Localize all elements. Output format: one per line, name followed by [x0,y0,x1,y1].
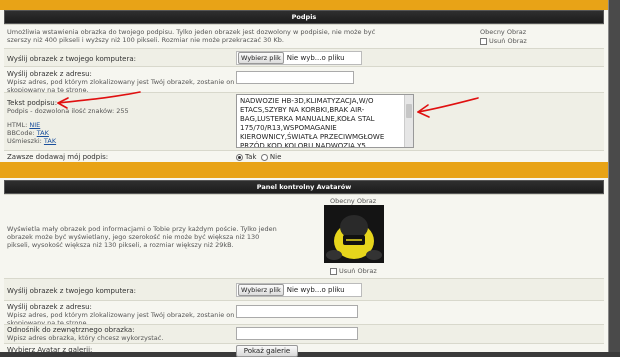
page-scrollbar[interactable] [609,0,620,352]
avatar-gallery-row: Wybierz Avatar z galerii: Pokaż galerie [4,343,604,357]
avatar-link-row: Odnośnik do zewnętrznego obrazka: Wpisz … [4,324,604,343]
show-gallery-button[interactable]: Pokaż galerie [236,345,298,357]
smilies-value-link[interactable]: TAK [44,137,56,145]
avatar-current-image-label: Obecny Obraz [330,197,377,205]
always-add-label: Zawsze dodawaj mój podpis: [7,153,109,161]
avatar-upload-label: Wyślij obrazek z twojego komputera: [7,287,137,295]
avatar-url-input[interactable] [236,305,358,318]
signature-text-label: Tekst podpisu: [7,99,58,107]
avatar-picture-icon [324,205,384,263]
signature-file-status: Nie wyb...o pliku [286,54,345,62]
signature-current-image-label: Obecny Obraz [480,28,527,36]
signature-upload-label: Wyślij obrazek z twojego komputera: [7,55,137,63]
avatar-section-header: Panel kontrolny Avatarów [4,180,604,194]
always-add-signature-row: Zawsze dodawaj mój podpis: Tak Nie [4,150,604,162]
signature-textarea-scrollbar[interactable] [404,95,413,147]
signature-choose-file-button[interactable]: Wybierz plik [238,52,284,64]
avatar-remove-image[interactable]: Usuń Obraz [330,267,377,275]
signature-textarea-scroll-thumb[interactable] [406,104,412,118]
signature-text-help: Podpis - dozwolona ilość znaków: 255 [7,107,129,115]
avatar-link-input[interactable] [236,327,358,340]
signature-textarea-content: NADWOZIE HB-3D,KLIMATYZACJA,W/O ETACS,SZ… [240,97,385,148]
avatar-remove-image-label: Usuń Obraz [339,267,377,275]
avatar-upload-row: Wyślij obrazek z twojego komputera: Wybi… [4,278,604,300]
signature-intro-text: Umożliwia wstawienia obrazka do twojego … [7,28,376,44]
html-label: HTML: [7,121,28,129]
avatar-file-status: Nie wyb...o pliku [286,286,345,294]
remove-signature-image-checkbox[interactable] [480,37,487,45]
signature-upload-row: Wyślij obrazek z twojego komputera: Wybi… [4,48,604,66]
signature-remove-image[interactable]: Usuń Obraz [480,37,527,45]
signature-textarea[interactable]: NADWOZIE HB-3D,KLIMATYZACJA,W/O ETACS,SZ… [236,94,414,148]
signature-url-input[interactable] [236,71,354,84]
avatar-url-row: Wyślij obrazek z adresu: Wpisz adres, po… [4,300,604,327]
profile-settings-panel: Podpis Umożliwia wstawienia obrazka do t… [0,0,609,357]
signature-url-label: Wyślij obrazek z adresu: [7,70,92,78]
smilies-label: Uśmieszki: [7,137,42,145]
avatar-file-picker[interactable]: Wybierz plik Nie wyb...o pliku [236,283,362,297]
always-add-options: Tak Nie [236,153,281,161]
remove-avatar-image-checkbox[interactable] [330,267,337,275]
signature-text-row: Tekst podpisu: Podpis - dozwolona ilość … [4,92,604,150]
signature-section-header: Podpis [4,10,604,24]
avatar-intro-text: Wyświetla mały obrazek pod informacjami … [7,225,277,249]
avatar-link-help: Wpisz adres obrazka, który chcesz wykorz… [7,334,164,342]
signature-remove-image-label: Usuń Obraz [489,37,527,45]
bbcode-value-link[interactable]: TAK [37,129,49,137]
always-add-no-label: Nie [269,153,282,161]
html-value-link[interactable]: NIE [29,121,40,129]
avatar-image [324,205,384,263]
always-add-no-radio[interactable] [260,153,268,161]
always-add-yes-radio[interactable] [236,153,243,161]
avatar-choose-file-button[interactable]: Wybierz plik [238,284,284,296]
signature-intro-row: Umożliwia wstawienia obrazka do twojego … [4,24,604,48]
avatar-intro-row: Wyświetla mały obrazek pod informacjami … [4,194,604,278]
signature-file-picker[interactable]: Wybierz plik Nie wyb...o pliku [236,51,362,65]
smilies-setting: Uśmieszki: TAK [7,137,56,145]
html-setting: HTML: NIE [7,121,40,129]
bbcode-setting: BBCode: TAK [7,129,49,137]
top-accent-bar [0,0,608,10]
avatar-gallery-label: Wybierz Avatar z galerii: [7,346,93,354]
section-divider-bar [0,162,608,178]
bbcode-label: BBCode: [7,129,35,137]
avatar-url-label: Wyślij obrazek z adresu: [7,303,92,311]
avatar-link-label: Odnośnik do zewnętrznego obrazka: [7,326,135,334]
always-add-yes-label: Tak [245,153,257,161]
signature-url-row: Wyślij obrazek z adresu: Wpisz adres, po… [4,66,604,94]
